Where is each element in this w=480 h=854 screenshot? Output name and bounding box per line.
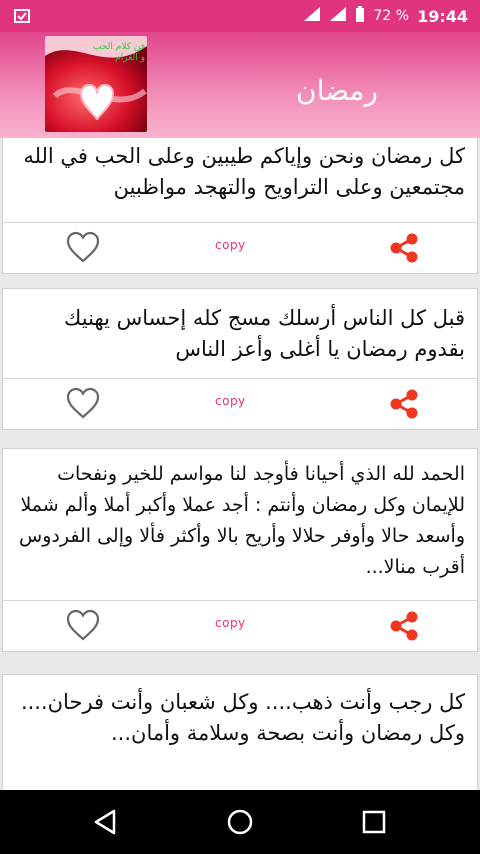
favorite-heart-icon[interactable] bbox=[66, 609, 100, 643]
quote-text: كل رمضان ونحن وإياكم طيبين وعلى الحب في … bbox=[23, 144, 465, 199]
copy-button[interactable]: copy bbox=[215, 238, 246, 252]
battery-percent: 72 % bbox=[373, 8, 410, 24]
share-icon[interactable] bbox=[387, 609, 421, 643]
copy-button[interactable]: copy bbox=[215, 394, 246, 408]
wifi-icon bbox=[303, 6, 321, 26]
card-actions: copy bbox=[3, 600, 477, 651]
clock: 19:44 bbox=[417, 6, 468, 26]
logo-text: فن كلام الحب و الغرام bbox=[93, 42, 145, 63]
list-item: كل رجب وأنت ذهب.... وكل شعبان وأنت فرحان… bbox=[2, 674, 478, 790]
quote-text: قبل كل الناس أرسلك مسج كله إحساس يهنيك ب… bbox=[64, 306, 465, 361]
card-actions: copy bbox=[3, 378, 477, 429]
copy-button[interactable]: copy bbox=[215, 616, 246, 630]
status-bar: 72 % 19:44 bbox=[0, 0, 480, 32]
favorite-heart-icon[interactable] bbox=[66, 387, 100, 421]
signal-icon bbox=[329, 6, 347, 26]
battery-icon bbox=[355, 5, 365, 27]
list-item: قبل كل الناس أرسلك مسج كله إحساس يهنيك ب… bbox=[2, 288, 478, 430]
quote-text: كل رجب وأنت ذهب.... وكل شعبان وأنت فرحان… bbox=[20, 690, 465, 745]
list-item: كل رمضان ونحن وإياكم طيبين وعلى الحب في … bbox=[2, 138, 478, 274]
back-icon[interactable] bbox=[90, 806, 122, 838]
page-title: رمضان bbox=[296, 74, 378, 107]
home-icon[interactable] bbox=[224, 806, 256, 838]
recents-icon[interactable] bbox=[358, 806, 390, 838]
app-bar: فن كلام الحب و الغرام رمضان bbox=[0, 32, 480, 138]
notification-icon bbox=[12, 6, 32, 30]
share-icon[interactable] bbox=[387, 387, 421, 421]
app-logo: فن كلام الحب و الغرام bbox=[45, 36, 147, 132]
quote-text: الحمد لله الذي أحيانا فأوجد لنا مواسم لل… bbox=[19, 463, 465, 578]
card-actions: copy bbox=[3, 222, 477, 273]
favorite-heart-icon[interactable] bbox=[66, 231, 100, 265]
navigation-bar bbox=[0, 790, 480, 854]
share-icon[interactable] bbox=[387, 231, 421, 265]
quotes-list[interactable]: كل رمضان ونحن وإياكم طيبين وعلى الحب في … bbox=[0, 138, 480, 790]
list-item: الحمد لله الذي أحيانا فأوجد لنا مواسم لل… bbox=[2, 448, 478, 652]
